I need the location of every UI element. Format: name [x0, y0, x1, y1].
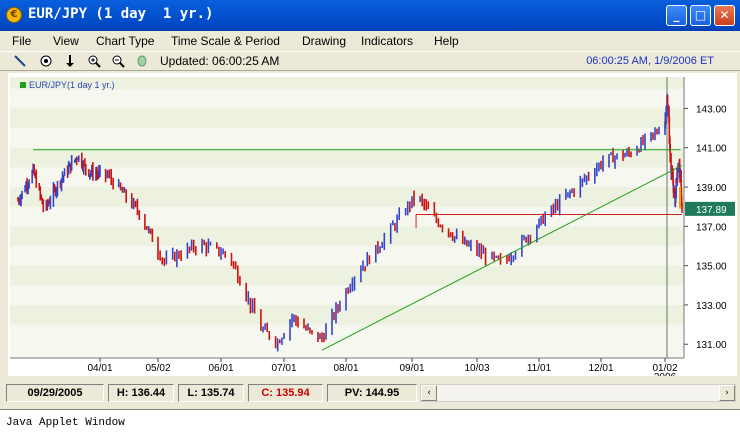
status-high: H: 136.44	[108, 384, 174, 402]
updated-label: Updated: 06:00:25 AM	[160, 54, 280, 68]
grid-band	[10, 147, 684, 168]
y-tick-label: 143.00	[696, 104, 727, 115]
status-low: L: 135.74	[178, 384, 244, 402]
applet-label: Java Applet Window	[6, 417, 125, 429]
grid-band	[10, 226, 684, 246]
status-close: C: 135.94	[248, 384, 323, 402]
applet-window-bar: Java Applet Window	[0, 409, 740, 435]
y-tick-label: 141.00	[696, 144, 727, 155]
maximize-button[interactable]: □	[690, 5, 711, 26]
minimize-button[interactable]: _	[666, 5, 687, 26]
last-price-label: 137.89	[696, 205, 727, 216]
grid-band	[10, 187, 684, 207]
menu-file[interactable]: File	[12, 34, 31, 48]
zoom-in-icon[interactable]	[86, 54, 102, 69]
x-tick-label: 08/01	[333, 363, 358, 374]
x-tick-year: 2006	[654, 372, 677, 376]
window-title: EUR/JPY (1 day 1 yr.)	[28, 6, 214, 22]
menu-view[interactable]: View	[53, 34, 79, 48]
menu-bar: File View Chart Type Time Scale & Period…	[0, 31, 740, 51]
coin-icon[interactable]: €	[6, 7, 22, 23]
x-tick-label: 04/01	[87, 363, 112, 374]
hand-icon[interactable]	[134, 54, 150, 69]
x-tick-label: 12/01	[588, 363, 613, 374]
chart-area[interactable]: 143.00 141.00 139.00 137.00 135.00 133.00 131.…	[8, 73, 737, 383]
legend-swatch	[20, 82, 26, 88]
price-chart[interactable]: 143.00 141.00 139.00 137.00 135.00 133.00 131.…	[8, 73, 737, 383]
x-tick-label: 05/02	[145, 363, 170, 374]
menu-drawing[interactable]: Drawing	[302, 34, 346, 48]
grid-band	[10, 304, 684, 325]
menu-indicators[interactable]: Indicators	[361, 34, 413, 48]
legend-label: EUR/JPY(1 day 1 yr.)	[29, 80, 115, 90]
close-button[interactable]: ✕	[714, 5, 735, 26]
y-tick-label: 133.00	[696, 301, 727, 312]
scroll-left-button[interactable]: ‹	[421, 385, 437, 401]
menu-time-scale-period[interactable]: Time Scale & Period	[171, 34, 280, 48]
x-tick-label: 10/03	[464, 363, 489, 374]
y-tick-label: 137.00	[696, 222, 727, 233]
x-tick-label: 06/01	[208, 363, 233, 374]
y-tick-label: 135.00	[696, 262, 727, 273]
grid-band	[10, 265, 684, 286]
menu-chart-type[interactable]: Chart Type	[96, 34, 154, 48]
arrow-down-icon[interactable]	[62, 54, 78, 69]
y-tick-label: 131.00	[696, 340, 727, 351]
status-pv: PV: 144.95	[327, 384, 417, 402]
x-tick-label: 11/01	[527, 363, 552, 374]
draw-line-icon[interactable]	[12, 54, 28, 69]
status-date: 09/29/2005	[6, 384, 104, 402]
toolbar: Updated: 06:00:25 AM 06:00:25 AM, 1/9/20…	[0, 51, 740, 71]
scroll-right-button[interactable]: ›	[719, 385, 735, 401]
x-tick-label: 09/01	[399, 363, 424, 374]
y-tick-label: 139.00	[696, 183, 727, 194]
timestamp: 06:00:25 AM, 1/9/2006 ET	[586, 55, 714, 67]
grid-band	[10, 108, 684, 129]
zoom-out-icon[interactable]	[110, 54, 126, 69]
select-icon[interactable]	[38, 54, 54, 69]
horizontal-scrollbar[interactable]: ‹ ›	[420, 384, 736, 402]
status-bar: 09/29/2005 H: 136.44 L: 135.74 C: 135.94…	[0, 382, 740, 404]
title-bar: € EUR/JPY (1 day 1 yr.) _ □ ✕	[0, 0, 740, 31]
menu-help[interactable]: Help	[434, 34, 459, 48]
x-tick-label: 07/01	[271, 363, 296, 374]
